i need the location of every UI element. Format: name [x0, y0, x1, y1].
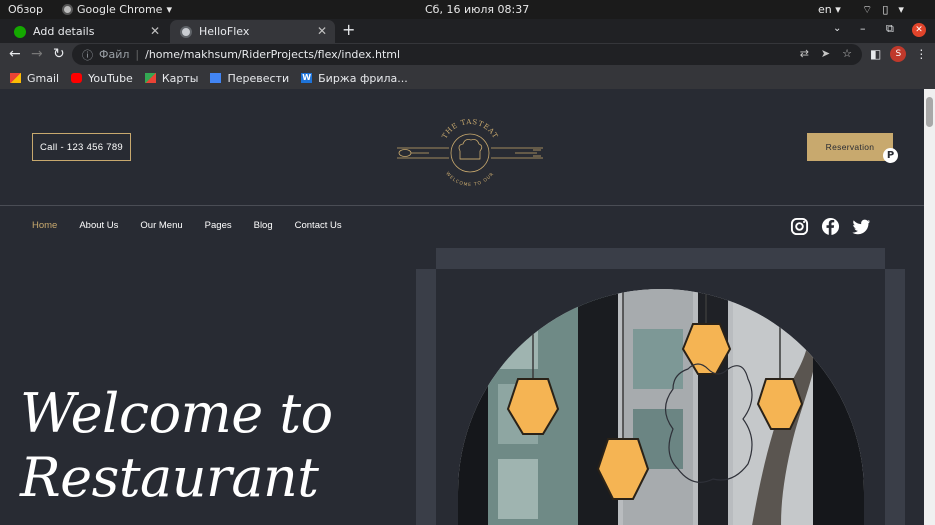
translate-icon: [210, 73, 222, 83]
bookmark-maps[interactable]: Карты: [144, 71, 199, 85]
kebab-menu-icon[interactable]: ⋮: [915, 47, 927, 61]
tab-add-details[interactable]: Add details ✕: [4, 20, 168, 43]
info-icon[interactable]: ⓘ: [82, 47, 93, 63]
upwork-icon: [14, 25, 26, 38]
pinterest-icon[interactable]: P: [883, 148, 898, 163]
web-page: Call - 123 456 789 THE TASTEAT WELCOME T…: [0, 89, 924, 525]
bookmark-youtube[interactable]: YouTube: [71, 72, 133, 85]
bookmark-translate[interactable]: Перевести: [210, 72, 289, 85]
scheme-label: Файл: [99, 48, 130, 61]
app-name: Google Chrome: [77, 3, 163, 16]
keyboard-layout[interactable]: en ▾: [818, 3, 841, 16]
tab-label: HelloFlex: [199, 25, 250, 38]
scroll-thumb[interactable]: [926, 97, 933, 127]
forward-button[interactable]: →: [31, 46, 43, 62]
call-button[interactable]: Call - 123 456 789: [32, 133, 131, 161]
bookmark-label: Биржа фрила...: [318, 71, 408, 85]
restore-button[interactable]: ⧉: [886, 22, 894, 36]
nav-blog[interactable]: Blog: [254, 220, 273, 231]
header-divider: [0, 205, 924, 206]
logo-top-text: THE TASTEAT: [440, 118, 499, 140]
tab-search-button[interactable]: ⌄: [833, 23, 841, 34]
back-button[interactable]: ←: [9, 46, 21, 62]
main-nav: Home About Us Our Menu Pages Blog Contac…: [32, 220, 364, 231]
close-window-button[interactable]: ✕: [912, 23, 926, 37]
gmail-icon: [10, 73, 21, 83]
bookmark-label: Перевести: [227, 71, 290, 85]
chrome-icon: [62, 4, 73, 15]
profile-avatar[interactable]: S: [890, 46, 907, 62]
separator: |: [135, 48, 140, 61]
chevron-down-icon: ▾: [898, 3, 904, 16]
nav-pages[interactable]: Pages: [205, 220, 232, 231]
bookmark-label: Gmail: [27, 71, 60, 85]
toolbar-right: ◧ S ⋮: [870, 46, 927, 62]
browser-toolbar: ← → ↻ ⓘ Файл | /home/makhsum/RiderProjec…: [0, 43, 935, 67]
close-icon[interactable]: ✕: [150, 24, 160, 38]
nav-about[interactable]: About Us: [79, 220, 118, 231]
bookmark-label: Карты: [161, 71, 199, 85]
url-text: /home/makhsum/RiderProjects/flex/index.h…: [145, 48, 401, 61]
youtube-icon: [71, 73, 83, 83]
twitter-icon[interactable]: [852, 217, 871, 236]
maps-icon: [144, 73, 156, 83]
bookmarks-bar: Gmail YouTube Карты Перевести W Биржа фри…: [0, 67, 935, 89]
lang-label: en: [818, 3, 832, 16]
activities-button[interactable]: Обзор: [8, 3, 43, 16]
logo-bottom-text: WELCOME TO OUR: [444, 171, 495, 188]
hero-line-2: Restaurant: [20, 446, 319, 509]
wifi-icon: ⌔: [862, 3, 873, 16]
nav-home[interactable]: Home: [32, 220, 57, 231]
clock[interactable]: Сб, 16 июля 08:37: [425, 3, 529, 16]
hero-line-1: Welcome to: [20, 382, 333, 445]
chevron-down-icon: ▾: [166, 3, 172, 16]
tab-label: Add details: [33, 25, 95, 38]
omnibox-actions: ⇄ ➤ ☆: [800, 47, 852, 60]
bookmark-label: YouTube: [88, 71, 133, 85]
app-menu[interactable]: Google Chrome ▾: [62, 3, 172, 16]
address-bar[interactable]: ⓘ Файл | /home/makhsum/RiderProjects/fle…: [72, 44, 862, 65]
translate-icon[interactable]: ⇄: [800, 47, 809, 60]
tab-helloflex[interactable]: HelloFlex ✕: [170, 20, 335, 43]
hero-title: Welcome to Restaurant: [20, 382, 333, 510]
instagram-icon[interactable]: [790, 217, 809, 236]
facebook-icon[interactable]: [821, 217, 840, 236]
side-panel-icon[interactable]: ◧: [870, 47, 881, 61]
nav-menu[interactable]: Our Menu: [140, 220, 182, 231]
os-top-bar: Обзор Google Chrome ▾ Сб, 16 июля 08:37 …: [0, 0, 935, 19]
battery-icon: ▯: [882, 3, 889, 16]
nav-contact[interactable]: Contact Us: [295, 220, 342, 231]
bookmark-gmail[interactable]: Gmail: [10, 72, 59, 85]
minimize-button[interactable]: –: [860, 22, 866, 35]
globe-icon: [180, 25, 192, 38]
tab-strip: Add details ✕ HelloFlex ✕: [0, 19, 935, 43]
bookmark-freelance[interactable]: W Биржа фрила...: [301, 72, 408, 85]
w-icon: W: [301, 73, 313, 83]
restaurant-logo[interactable]: THE TASTEAT WELCOME TO OUR: [395, 113, 545, 193]
star-icon[interactable]: ☆: [842, 47, 852, 60]
page-scrollbar[interactable]: [924, 89, 935, 525]
send-icon[interactable]: ➤: [821, 47, 830, 60]
reservation-button[interactable]: Reservation: [807, 133, 893, 161]
new-tab-button[interactable]: +: [342, 20, 355, 39]
social-links: [790, 217, 871, 236]
reload-button[interactable]: ↻: [53, 46, 65, 62]
close-icon[interactable]: ✕: [317, 24, 327, 38]
system-tray[interactable]: ⌔ ▯ ▾: [862, 3, 904, 17]
